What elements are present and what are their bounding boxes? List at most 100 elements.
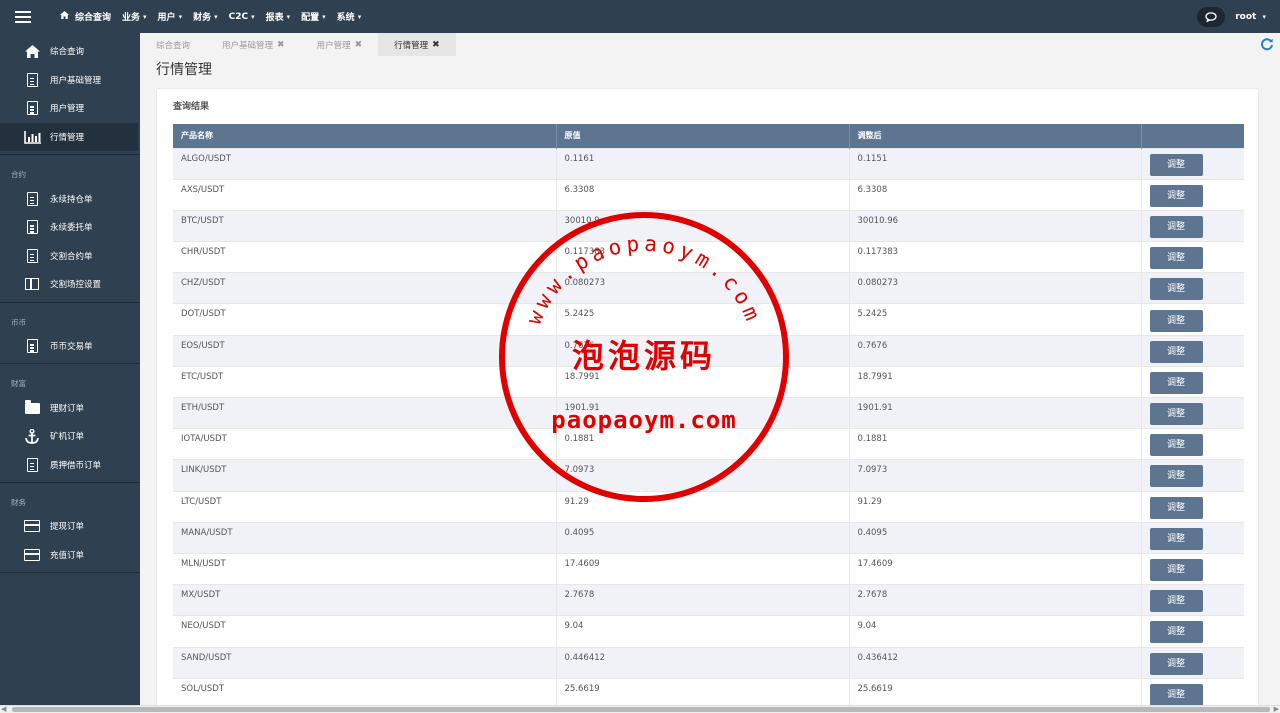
cell-original: 17.4609: [556, 552, 850, 585]
table-row: MX/USDT 2.7678 2.7678 调整: [173, 584, 1244, 616]
adjust-button[interactable]: 调整: [1149, 496, 1203, 519]
sidebar-item[interactable]: 综合查询: [0, 37, 140, 66]
refresh-icon[interactable]: [1260, 37, 1274, 55]
menu-toggle-icon[interactable]: [0, 0, 46, 33]
cell-product: DOT/USDT: [173, 303, 557, 336]
column-header-product[interactable]: 产品名称: [173, 124, 557, 148]
adjust-button[interactable]: 调整: [1149, 434, 1203, 457]
cell-action: 调整: [1141, 178, 1244, 211]
cell-adjusted: 0.1151: [849, 147, 1142, 180]
tab-2[interactable]: 用户管理 ✖: [301, 33, 379, 56]
adjust-button[interactable]: 调整: [1149, 527, 1203, 550]
table-row: IOTA/USDT 0.1881 0.1881 调整: [173, 428, 1244, 460]
topnav-item-5[interactable]: 报表 ▾: [266, 10, 291, 24]
cell-original: 0.4095: [556, 521, 850, 554]
adjust-button[interactable]: 调整: [1149, 465, 1203, 488]
cell-adjusted: 0.7676: [849, 334, 1142, 367]
topnav-item-3[interactable]: 财务 ▾: [193, 10, 218, 24]
adjust-button[interactable]: 调整: [1149, 684, 1203, 707]
sidebar-section-title: 币币: [11, 317, 26, 327]
cell-product: ETC/USDT: [173, 365, 557, 398]
cell-adjusted: 0.080273: [849, 272, 1142, 304]
adjust-button[interactable]: 调整: [1149, 559, 1203, 582]
chat-icon[interactable]: [1197, 6, 1226, 27]
cell-adjusted: 0.4095: [849, 521, 1142, 554]
table-row: ALGO/USDT 0.1161 0.1151 调整: [173, 147, 1244, 180]
scrollbar-thumb[interactable]: [12, 707, 1270, 712]
cell-adjusted: 0.117383: [849, 241, 1142, 273]
sidebar-section-title: 合约: [11, 170, 26, 180]
table-row: CHR/USDT 0.117383 0.117383 调整: [173, 241, 1244, 273]
close-icon[interactable]: ✖: [355, 40, 363, 50]
sidebar-item[interactable]: 永续持仓单: [0, 184, 140, 213]
sidebar-item[interactable]: 充值订单: [0, 541, 140, 570]
cell-original: 0.1881: [556, 428, 850, 460]
topnav-item-4[interactable]: C2C ▾: [229, 12, 255, 22]
column-header-original[interactable]: 原值: [556, 124, 850, 148]
cell-original: 0.7676: [556, 334, 850, 367]
cell-action: 调整: [1141, 272, 1244, 304]
tab-3[interactable]: 行情管理 ✖: [378, 33, 456, 56]
topnav-label: 系统: [336, 13, 355, 23]
table-row: ETH/USDT 1901.91 1901.91 调整: [173, 396, 1244, 429]
topnav-item-1[interactable]: 业务 ▾: [122, 10, 147, 24]
sidebar-item[interactable]: 交割合约单: [0, 242, 140, 271]
user-name: root: [1235, 11, 1257, 22]
sidebar-item[interactable]: 矿机订单: [0, 422, 140, 451]
sidebar-item[interactable]: 交割场控设置: [0, 270, 140, 299]
sidebar-item[interactable]: 币币交易单: [0, 332, 140, 361]
adjust-button[interactable]: 调整: [1149, 153, 1203, 176]
adjust-button[interactable]: 调整: [1149, 590, 1203, 613]
adjust-button[interactable]: 调整: [1149, 340, 1203, 363]
sidebar-item[interactable]: 提现订单: [0, 512, 140, 541]
horizontal-scrollbar[interactable]: ◀ ▶: [0, 705, 1280, 713]
tab-0[interactable]: 综合查询: [140, 33, 206, 56]
sidebar-item[interactable]: 行情管理: [0, 122, 138, 152]
adjust-button[interactable]: 调整: [1149, 215, 1203, 238]
adjust-button[interactable]: 调整: [1149, 621, 1203, 644]
column-header-actions: [1141, 124, 1244, 148]
sidebar-item[interactable]: 质押借币订单: [0, 451, 140, 480]
tab-1[interactable]: 用户基础管理 ✖: [206, 33, 301, 56]
cell-adjusted: 1901.91: [849, 396, 1142, 429]
column-header-adjusted[interactable]: 调整后: [849, 124, 1142, 148]
user-menu[interactable]: root ▾: [1235, 12, 1266, 22]
cell-product: SAND/USDT: [173, 646, 557, 679]
adjust-button[interactable]: 调整: [1149, 309, 1203, 332]
cell-product: ETH/USDT: [173, 396, 557, 429]
sidebar-group: 财富 理财订单 矿机订单 质押借币订单: [0, 364, 140, 484]
chevron-down-icon: ▾: [322, 12, 326, 21]
cell-action: 调整: [1141, 147, 1244, 180]
topnav-label: 用户: [157, 13, 176, 23]
sidebar-item[interactable]: 用户管理: [0, 94, 140, 123]
cell-adjusted: 30010.96: [849, 209, 1142, 242]
cell-adjusted: 7.0973: [849, 459, 1142, 492]
sidebar-item[interactable]: 用户基础管理: [0, 66, 140, 95]
topnav-item-6[interactable]: 配置 ▾: [301, 10, 326, 24]
cell-product: LTC/USDT: [173, 490, 557, 523]
adjust-button[interactable]: 调整: [1149, 403, 1203, 426]
sidebar-item-label: 理财订单: [50, 403, 85, 414]
adjust-button[interactable]: 调整: [1149, 247, 1203, 270]
topnav-item-7[interactable]: 系统 ▾: [336, 10, 362, 24]
sidebar-item-label: 用户基础管理: [50, 75, 102, 86]
adjust-button[interactable]: 调整: [1149, 371, 1203, 394]
close-icon[interactable]: ✖: [432, 40, 440, 50]
sidebar-item[interactable]: 理财订单: [0, 393, 140, 422]
table-row: AXS/USDT 6.3308 6.3308 调整: [173, 178, 1244, 211]
adjust-button[interactable]: 调整: [1149, 278, 1203, 301]
market-table: 产品名称 原值 调整后 ALGO/USDT 0.1161 0.1151 调整 AXS/U…: [173, 124, 1244, 710]
table-row: MLN/USDT 17.4609 17.4609 调整: [173, 552, 1244, 585]
topnav-label: 业务: [122, 13, 141, 23]
page-title: 行情管理: [156, 62, 212, 78]
topnav-item-0[interactable]: 综合查询: [60, 10, 111, 23]
sidebar-item[interactable]: 永续委托单: [0, 213, 140, 242]
topnav-item-2[interactable]: 用户 ▾: [157, 10, 183, 24]
adjust-button[interactable]: 调整: [1149, 652, 1203, 675]
table-row: EOS/USDT 0.7676 0.7676 调整: [173, 334, 1244, 367]
close-icon[interactable]: ✖: [277, 40, 285, 50]
scroll-left-icon[interactable]: ◀: [1, 705, 6, 713]
cell-adjusted: 0.436412: [849, 646, 1142, 679]
scroll-right-icon[interactable]: ▶: [1274, 705, 1279, 713]
adjust-button[interactable]: 调整: [1149, 184, 1203, 207]
